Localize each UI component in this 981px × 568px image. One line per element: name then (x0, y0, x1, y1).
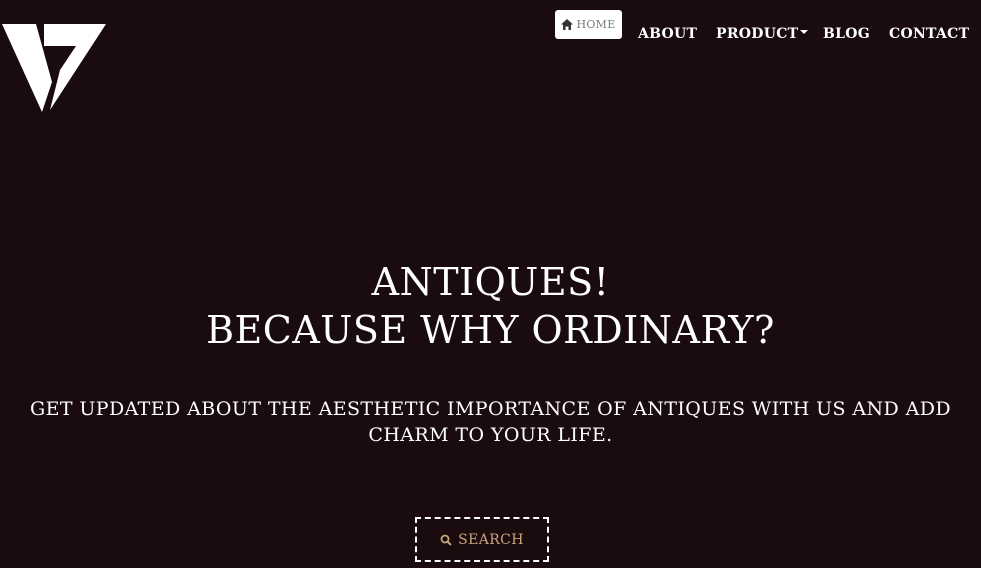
hero-subtitle: GET UPDATED ABOUT THE AESTHETIC IMPORTAN… (30, 398, 951, 446)
page: HOME ABOUT PRODUCT BLOG CONTACT ANTIQUES… (0, 0, 981, 568)
nav-link-product-label: PRODUCT (716, 26, 799, 42)
home-label: HOME (576, 18, 616, 31)
nav-link-blog[interactable]: BLOG (823, 26, 870, 42)
search-button-label: SEARCH (458, 531, 524, 548)
nav-link-product[interactable]: PRODUCT (716, 26, 809, 42)
caret-down-icon (800, 30, 809, 34)
nav-link-contact[interactable]: CONTACT (889, 26, 969, 42)
home-icon (561, 19, 574, 30)
home-button[interactable]: HOME (555, 10, 622, 39)
nav-link-about[interactable]: ABOUT (638, 26, 697, 42)
hero-title: ANTIQUES! BECAUSE WHY ORDINARY? (0, 258, 981, 354)
hero-title-line1: ANTIQUES! (371, 260, 610, 304)
hero-title-line2: BECAUSE WHY ORDINARY? (206, 308, 775, 352)
top-navigation: HOME ABOUT PRODUCT BLOG CONTACT (0, 0, 981, 60)
search-button[interactable]: SEARCH (415, 517, 549, 562)
search-icon (440, 534, 452, 546)
